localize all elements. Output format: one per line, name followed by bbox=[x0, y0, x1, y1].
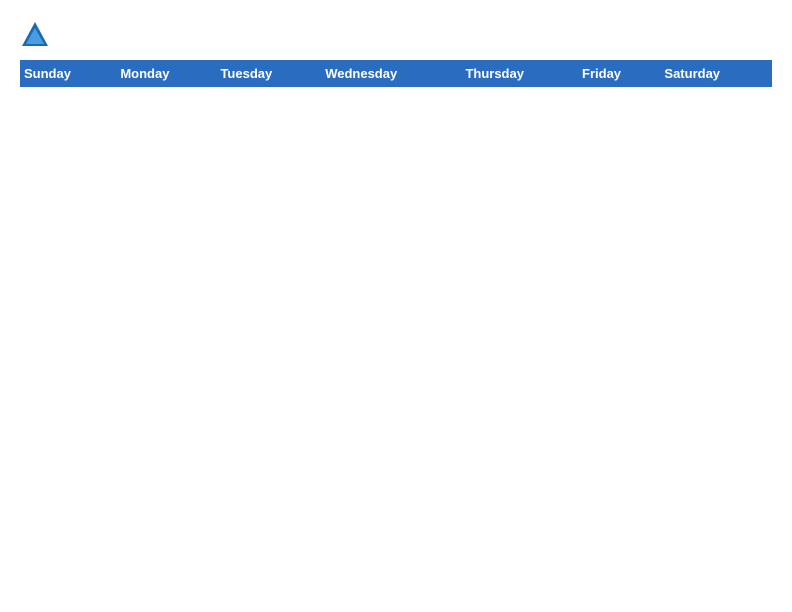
column-header-tuesday: Tuesday bbox=[216, 60, 321, 87]
logo bbox=[20, 20, 54, 50]
column-header-saturday: Saturday bbox=[660, 60, 772, 87]
column-header-friday: Friday bbox=[578, 60, 660, 87]
page-header bbox=[20, 20, 772, 50]
logo-icon bbox=[20, 20, 50, 50]
column-header-sunday: Sunday bbox=[20, 60, 116, 87]
column-header-thursday: Thursday bbox=[461, 60, 578, 87]
calendar-table: SundayMondayTuesdayWednesdayThursdayFrid… bbox=[20, 60, 772, 87]
column-header-monday: Monday bbox=[116, 60, 216, 87]
column-header-wednesday: Wednesday bbox=[321, 60, 461, 87]
calendar-header-row: SundayMondayTuesdayWednesdayThursdayFrid… bbox=[20, 60, 772, 87]
